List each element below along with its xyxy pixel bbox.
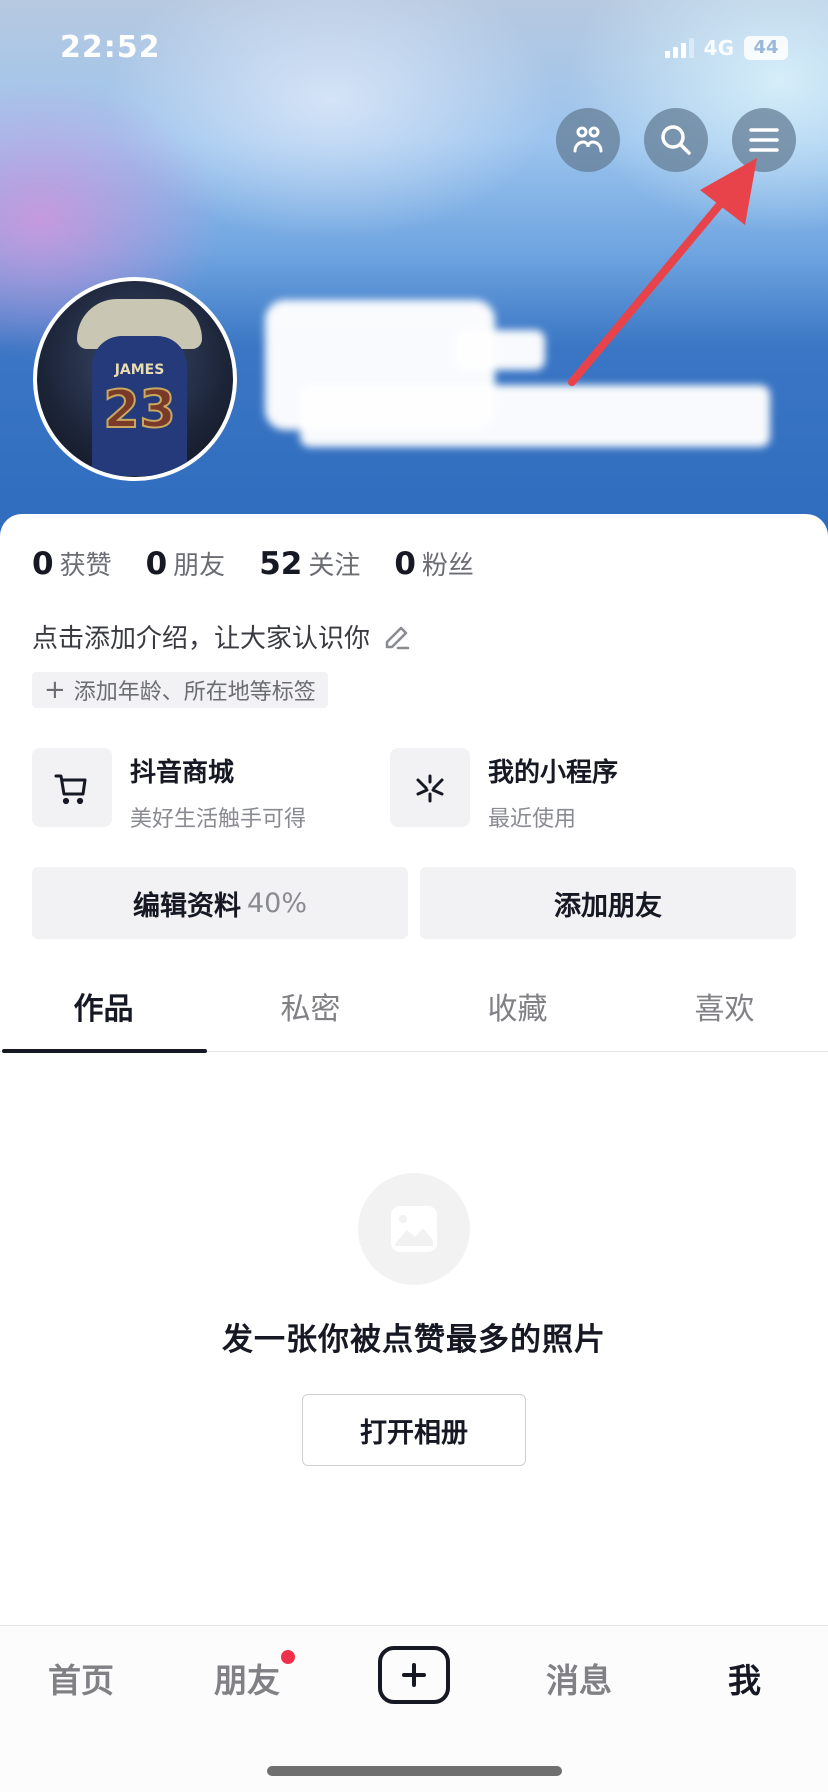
tab-favorites[interactable]: 收藏: [414, 960, 621, 1051]
bio-field[interactable]: 点击添加介绍，让大家认识你: [32, 618, 412, 655]
stat-following[interactable]: 52 关注: [259, 545, 360, 582]
tab-likes[interactable]: 喜欢: [621, 960, 828, 1051]
create-button[interactable]: [378, 1646, 450, 1704]
bio-placeholder: 点击添加介绍，让大家认识你: [32, 624, 371, 654]
bottom-nav: 首页 朋友 消息 我: [0, 1625, 828, 1792]
home-indicator[interactable]: [267, 1766, 562, 1776]
nav-me[interactable]: 我: [728, 1654, 761, 1702]
open-album-button[interactable]: 打开相册: [302, 1394, 526, 1466]
shortcut-douyin-mall[interactable]: 抖音商城 美好生活触手可得: [32, 748, 306, 833]
cart-icon: [54, 774, 87, 804]
empty-state-message: 发一张你被点赞最多的照片: [222, 1322, 606, 1358]
annotation-arrow-icon: [568, 158, 757, 386]
stat-likes[interactable]: 0 获赞: [32, 545, 112, 582]
edit-pencil-icon: [385, 626, 410, 649]
profile-header-background: 22:52 4G 44 JAMES 23: [0, 0, 828, 560]
cart-icon-box: [32, 748, 112, 827]
tab-works[interactable]: 作品: [0, 960, 207, 1053]
image-icon: [391, 1206, 437, 1252]
plus-icon: [402, 1663, 426, 1687]
mini-program-icon: [416, 774, 444, 802]
profile-stats: 0 获赞 0 朋友 52 关注 0 粉丝: [32, 545, 474, 582]
plus-icon: +: [44, 675, 66, 705]
edit-profile-button[interactable]: 编辑资料 40%: [32, 867, 408, 939]
add-tags-chip[interactable]: + 添加年龄、所在地等标签: [32, 672, 328, 708]
stat-friends[interactable]: 0 朋友: [146, 545, 226, 582]
nav-home[interactable]: 首页: [48, 1654, 114, 1702]
add-friends-button[interactable]: 添加朋友: [420, 867, 796, 939]
nav-friends[interactable]: 朋友: [214, 1654, 280, 1702]
empty-photo-placeholder: [358, 1173, 470, 1285]
profile-completion: 40%: [246, 887, 307, 919]
tab-private[interactable]: 私密: [207, 960, 414, 1051]
content-tabs: 作品 私密 收藏 喜欢: [0, 960, 828, 1053]
stat-followers[interactable]: 0 粉丝: [394, 545, 474, 582]
friends-badge: [281, 1650, 295, 1664]
nav-messages[interactable]: 消息: [546, 1654, 612, 1702]
mini-program-icon-box: [390, 748, 470, 827]
shortcut-mini-programs[interactable]: 我的小程序 最近使用: [390, 748, 618, 833]
